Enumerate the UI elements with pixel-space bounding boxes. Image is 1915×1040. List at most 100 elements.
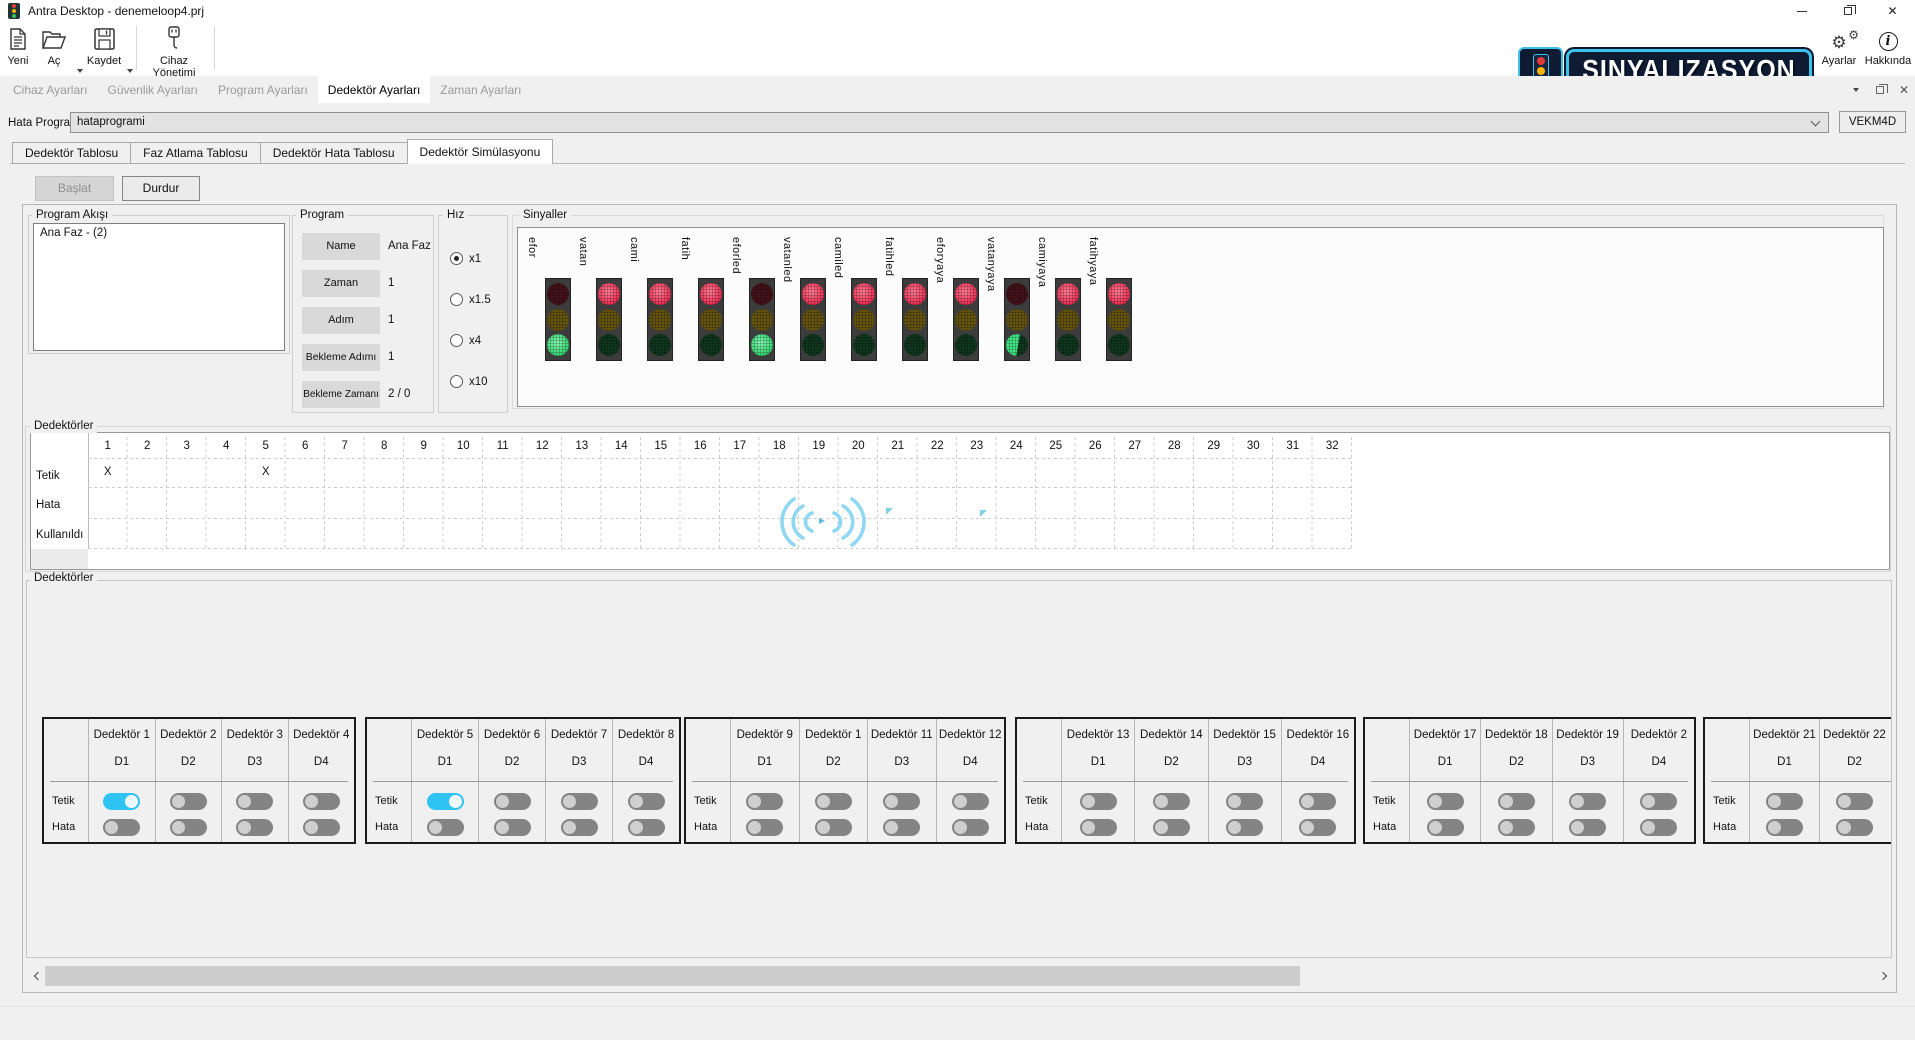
hata-toggle[interactable] — [1569, 819, 1606, 836]
hata-toggle[interactable] — [883, 819, 920, 836]
tetik-toggle[interactable] — [1498, 793, 1535, 810]
tetik-toggle[interactable] — [494, 793, 531, 810]
start-button[interactable]: Başlat — [35, 176, 114, 201]
stop-button[interactable]: Durdur — [122, 176, 200, 201]
program-flow-item[interactable]: Ana Faz - (2) — [34, 224, 284, 242]
scroll-left-button[interactable] — [27, 966, 45, 986]
tab-program-ayarlari[interactable]: Program Ayarları — [208, 76, 318, 103]
hata-toggle[interactable] — [1080, 819, 1117, 836]
open-dropdown-caret[interactable] — [77, 69, 83, 73]
app-icon-green-dot — [12, 14, 16, 18]
hata-toggle[interactable] — [1299, 819, 1336, 836]
tetik-toggle[interactable] — [170, 793, 207, 810]
program-group-label: Program — [296, 209, 348, 222]
tab-dedektor-simulasyonu[interactable]: Dedektör Simülasyonu — [407, 139, 554, 164]
detector-channel: D1 — [1750, 756, 1819, 768]
open-button[interactable]: Aç — [36, 25, 72, 73]
hata-toggle[interactable] — [561, 819, 598, 836]
tab-guvenlik-ayarlari[interactable]: Güvenlik Ayarları — [97, 76, 208, 103]
hata-toggle[interactable] — [303, 819, 340, 836]
hata-toggle[interactable] — [1427, 819, 1464, 836]
save-button[interactable]: Kaydet — [84, 25, 124, 73]
error-program-combobox[interactable]: hataprogrami — [70, 112, 1829, 133]
hata-toggle[interactable] — [1226, 819, 1263, 836]
speed-x4-radio[interactable] — [450, 334, 463, 347]
tetik-toggle[interactable] — [952, 793, 989, 810]
hata-toggle[interactable] — [1498, 819, 1535, 836]
mdi-restore-icon[interactable] — [1869, 76, 1891, 103]
tetik-toggle[interactable] — [1226, 793, 1263, 810]
detector-panels-groupbox: TetikHata Dedektör 1 D1 Dedektör 2 D2 De… — [26, 580, 1892, 958]
program-bekleme-zamani-field-button[interactable]: Bekleme Zamanı — [302, 381, 380, 408]
hata-toggle[interactable] — [815, 819, 852, 836]
hata-toggle[interactable] — [427, 819, 464, 836]
hata-toggle[interactable] — [1153, 819, 1190, 836]
gear-icon: ⚙⚙ — [1817, 25, 1861, 51]
detector-name: Dedektör 3 — [222, 729, 288, 741]
hata-toggle[interactable] — [1836, 819, 1873, 836]
green-lamp — [904, 334, 926, 356]
yellow-lamp — [700, 309, 722, 331]
scroll-right-button[interactable] — [1875, 966, 1893, 986]
tab-zaman-ayarlari[interactable]: Zaman Ayarları — [430, 76, 531, 103]
yellow-lamp — [751, 309, 773, 331]
speed-x10-radio[interactable] — [450, 375, 463, 388]
mdi-close-icon[interactable]: ✕ — [1893, 76, 1915, 103]
hata-toggle[interactable] — [1766, 819, 1803, 836]
settings-button[interactable]: ⚙⚙ Ayarlar — [1817, 25, 1861, 73]
scrollbar-thumb[interactable] — [45, 966, 1300, 986]
horizontal-scrollbar[interactable] — [27, 966, 1893, 986]
hata-toggle[interactable] — [746, 819, 783, 836]
tab-dedektor-tablosu[interactable]: Dedektör Tablosu — [12, 142, 131, 164]
close-button[interactable]: ✕ — [1870, 0, 1915, 22]
tetik-toggle[interactable] — [561, 793, 598, 810]
tab-faz-atlama-tablosu[interactable]: Faz Atlama Tablosu — [131, 142, 261, 164]
tetik-toggle[interactable] — [1766, 793, 1803, 810]
about-button[interactable]: i Hakkında — [1864, 25, 1912, 73]
tab-cihaz-ayarlari[interactable]: Cihaz Ayarları — [3, 76, 97, 103]
hata-toggle[interactable] — [1640, 819, 1677, 836]
hata-toggle[interactable] — [170, 819, 207, 836]
panel-divider — [692, 781, 998, 782]
hata-toggle[interactable] — [952, 819, 989, 836]
maximize-button[interactable] — [1825, 0, 1870, 22]
tetik-toggle[interactable] — [1299, 793, 1336, 810]
program-name-field-button[interactable]: Name — [302, 233, 380, 260]
toolbar: Yeni Aç Kaydet Cihaz Yönetimi SINYALIZAS… — [0, 22, 1915, 76]
tetik-toggle[interactable] — [815, 793, 852, 810]
tetik-toggle[interactable] — [746, 793, 783, 810]
device-id-button[interactable]: VEKM4D — [1839, 111, 1906, 133]
hata-toggle[interactable] — [494, 819, 531, 836]
tetik-toggle[interactable] — [883, 793, 920, 810]
tetik-toggle[interactable] — [236, 793, 273, 810]
minimize-button[interactable] — [1779, 0, 1824, 22]
speed-x1-radio[interactable] — [450, 252, 463, 265]
new-button[interactable]: Yeni — [2, 25, 34, 73]
detector-name: Dedektör 15 — [1209, 729, 1281, 741]
speed-x1-5-radio[interactable] — [450, 293, 463, 306]
green-lamp — [955, 334, 977, 356]
tetik-toggle[interactable] — [103, 793, 140, 810]
detector-table-grid — [88, 437, 1352, 549]
program-adim-field-button[interactable]: Adım — [302, 307, 380, 334]
device-management-button[interactable]: Cihaz Yönetimi — [140, 25, 208, 73]
program-zaman-field-button[interactable]: Zaman — [302, 270, 380, 297]
hata-toggle[interactable] — [628, 819, 665, 836]
tetik-toggle[interactable] — [427, 793, 464, 810]
mdi-caret-down-icon[interactable] — [1845, 76, 1867, 103]
tetik-toggle[interactable] — [1080, 793, 1117, 810]
program-bekleme-adimi-field-button[interactable]: Bekleme Adımı — [302, 344, 380, 371]
tab-dedektor-hata-tablosu[interactable]: Dedektör Hata Tablosu — [261, 142, 408, 164]
program-bekleme-zamani-value: 2 / 0 — [388, 381, 434, 408]
tetik-toggle[interactable] — [1427, 793, 1464, 810]
tetik-toggle[interactable] — [1569, 793, 1606, 810]
hata-toggle[interactable] — [103, 819, 140, 836]
tetik-toggle[interactable] — [1836, 793, 1873, 810]
tab-dedektor-ayarlari[interactable]: Dedektör Ayarları — [318, 76, 431, 103]
tetik-toggle[interactable] — [628, 793, 665, 810]
tetik-toggle[interactable] — [1640, 793, 1677, 810]
tetik-toggle[interactable] — [303, 793, 340, 810]
hata-toggle[interactable] — [236, 819, 273, 836]
save-dropdown-caret[interactable] — [127, 69, 133, 73]
tetik-toggle[interactable] — [1153, 793, 1190, 810]
